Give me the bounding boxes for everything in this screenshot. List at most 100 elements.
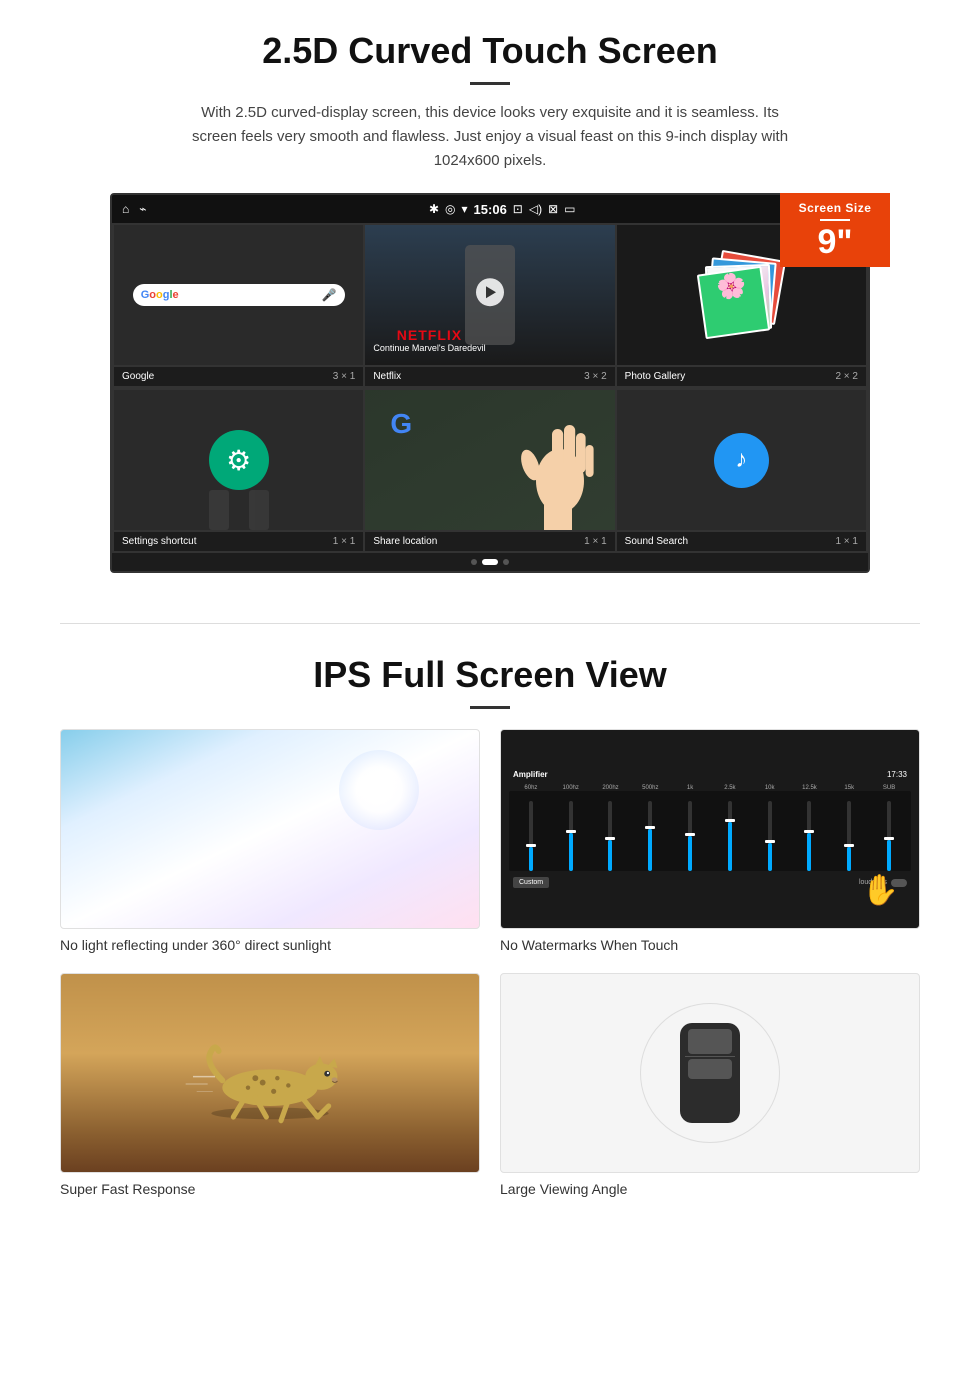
eq-bar-0 bbox=[513, 791, 549, 871]
google-label-name: Google bbox=[122, 371, 154, 382]
eq-bar-2 bbox=[593, 791, 629, 871]
usb-icon: ⌁ bbox=[139, 202, 146, 216]
car-rear-window bbox=[688, 1059, 732, 1079]
netflix-label-overlay: NETFLIX Continue Marvel's Daredevil bbox=[373, 327, 485, 353]
badge-size: 9" bbox=[786, 225, 884, 259]
window-icon: ▭ bbox=[564, 202, 575, 216]
feature-item-sunlight: No light reflecting under 360° direct su… bbox=[60, 729, 480, 953]
stacked-photos: 🌸 bbox=[701, 255, 781, 335]
netflix-label-name: Netflix bbox=[373, 371, 401, 382]
feature-img-cheetah bbox=[60, 973, 480, 1173]
eq-bar-6 bbox=[752, 791, 788, 871]
eq-bar-5 bbox=[712, 791, 748, 871]
app-label-settings: Settings shortcut 1 × 1 bbox=[114, 532, 363, 551]
eq-bar-7 bbox=[792, 791, 828, 871]
share-location-label-name: Share location bbox=[373, 536, 437, 547]
app-cell-sound-search[interactable]: ♪ bbox=[617, 390, 866, 530]
app-cell-google[interactable]: Google 🎤 bbox=[114, 225, 363, 365]
caption-car: Large Viewing Angle bbox=[500, 1181, 920, 1197]
bluetooth-icon: ✱ bbox=[429, 202, 439, 216]
app-grid-row2: ⚙ G bbox=[112, 388, 868, 532]
amp-title: Amplifier bbox=[513, 770, 548, 779]
feature-img-sunlight bbox=[60, 729, 480, 929]
gear-icon: ⚙ bbox=[226, 444, 251, 477]
settings-label-size: 1 × 1 bbox=[333, 536, 356, 547]
sound-search-label-size: 1 × 1 bbox=[835, 536, 858, 547]
photo-card-1: 🌸 bbox=[697, 266, 770, 339]
caption-amplifier: No Watermarks When Touch bbox=[500, 937, 920, 953]
netflix-logo: NETFLIX bbox=[373, 327, 485, 343]
feature-grid: No light reflecting under 360° direct su… bbox=[60, 729, 920, 1197]
cheetah-svg bbox=[160, 1013, 380, 1133]
netflix-label-size: 3 × 2 bbox=[584, 371, 607, 382]
maps-g-letter: G bbox=[390, 410, 412, 438]
settings-app-content: ⚙ bbox=[114, 390, 363, 530]
volume-icon: ◁) bbox=[529, 202, 542, 216]
caption-cheetah: Super Fast Response bbox=[60, 1181, 480, 1197]
sun-glow bbox=[339, 750, 419, 830]
music-note-icon: ♪ bbox=[735, 446, 747, 474]
maps-container: G bbox=[390, 410, 412, 438]
app-label-share-location: Share location 1 × 1 bbox=[365, 532, 614, 551]
device-wrapper: Screen Size 9" ⌂ ⌁ ✱ ◎ ▾ 15:06 ⊡ ◁) ⊠ bbox=[110, 193, 870, 573]
x-icon: ⊠ bbox=[548, 202, 558, 216]
mic-icon: 🎤 bbox=[322, 288, 337, 302]
pagination-dots bbox=[112, 553, 868, 571]
status-time: 15:06 bbox=[474, 202, 507, 217]
play-triangle-icon bbox=[486, 286, 496, 298]
wifi-icon: ▾ bbox=[462, 202, 468, 216]
photo-gallery-label-name: Photo Gallery bbox=[625, 371, 686, 382]
feature-img-amplifier: Amplifier 17:33 60hz 100hz 200hz 500hz 1… bbox=[500, 729, 920, 929]
dot-3 bbox=[503, 559, 509, 565]
car-door-line bbox=[685, 1056, 735, 1057]
android-device-ui: ⌂ ⌁ ✱ ◎ ▾ 15:06 ⊡ ◁) ⊠ ▭ bbox=[110, 193, 870, 573]
share-location-content: G bbox=[365, 390, 614, 530]
dot-2-active bbox=[482, 559, 498, 565]
feature-item-car: ◄ ► Large Viewing Angle bbox=[500, 973, 920, 1197]
amp-status-bar: Amplifier 17:33 bbox=[509, 768, 911, 781]
sound-search-content: ♪ bbox=[617, 390, 866, 530]
amp-hand-icon: ✋ bbox=[862, 873, 899, 908]
location-icon: ◎ bbox=[445, 202, 455, 216]
netflix-app-content: NETFLIX Continue Marvel's Daredevil bbox=[365, 225, 614, 365]
car-windshield bbox=[688, 1029, 732, 1054]
google-search-bar[interactable]: Google 🎤 bbox=[133, 284, 345, 306]
app-cell-share-location[interactable]: G bbox=[365, 390, 614, 530]
status-center: ✱ ◎ ▾ 15:06 ⊡ ◁) ⊠ ▭ bbox=[429, 202, 576, 217]
music-icon-bg: ♪ bbox=[714, 433, 769, 488]
netflix-subtitle: Continue Marvel's Daredevil bbox=[373, 343, 485, 353]
app-grid-row1: Google 🎤 bbox=[112, 223, 868, 367]
badge-label: Screen Size bbox=[786, 201, 884, 215]
app-label-google: Google 3 × 1 bbox=[114, 367, 363, 386]
flower-image: 🌸 bbox=[715, 271, 748, 302]
app-label-netflix: Netflix 3 × 2 bbox=[365, 367, 614, 386]
shadow-icons bbox=[114, 480, 363, 530]
camera-icon: ⊡ bbox=[513, 202, 523, 216]
car-shape bbox=[680, 1023, 740, 1123]
car-oval: ◄ ► bbox=[640, 1003, 780, 1143]
section-ips: IPS Full Screen View No light reflecting… bbox=[0, 654, 980, 1227]
custom-button[interactable]: Custom bbox=[513, 877, 549, 888]
app-cell-netflix[interactable]: NETFLIX Continue Marvel's Daredevil bbox=[365, 225, 614, 365]
eq-bar-9 bbox=[871, 791, 907, 871]
feature-img-car: ◄ ► bbox=[500, 973, 920, 1173]
shadow-person-2 bbox=[249, 490, 269, 530]
settings-label-name: Settings shortcut bbox=[122, 536, 196, 547]
status-left: ⌂ ⌁ bbox=[122, 202, 146, 216]
sound-search-label-name: Sound Search bbox=[625, 536, 688, 547]
google-app-content: Google 🎤 bbox=[114, 225, 363, 365]
section-title-ips: IPS Full Screen View bbox=[60, 654, 920, 696]
screen-size-badge: Screen Size 9" bbox=[780, 193, 890, 267]
section-divider bbox=[60, 623, 920, 624]
section-curved-touch: 2.5D Curved Touch Screen With 2.5D curve… bbox=[0, 0, 980, 593]
caption-sunlight: No light reflecting under 360° direct su… bbox=[60, 937, 480, 953]
eq-bar-1 bbox=[553, 791, 589, 871]
app-cell-settings[interactable]: ⚙ bbox=[114, 390, 363, 530]
amp-time: 17:33 bbox=[887, 770, 907, 779]
title-underline-2 bbox=[470, 706, 510, 709]
section-desc-curved: With 2.5D curved-display screen, this de… bbox=[190, 101, 790, 173]
play-button[interactable] bbox=[476, 278, 504, 306]
title-underline-1 bbox=[470, 82, 510, 85]
eq-bar-3 bbox=[632, 791, 668, 871]
dot-1 bbox=[471, 559, 477, 565]
